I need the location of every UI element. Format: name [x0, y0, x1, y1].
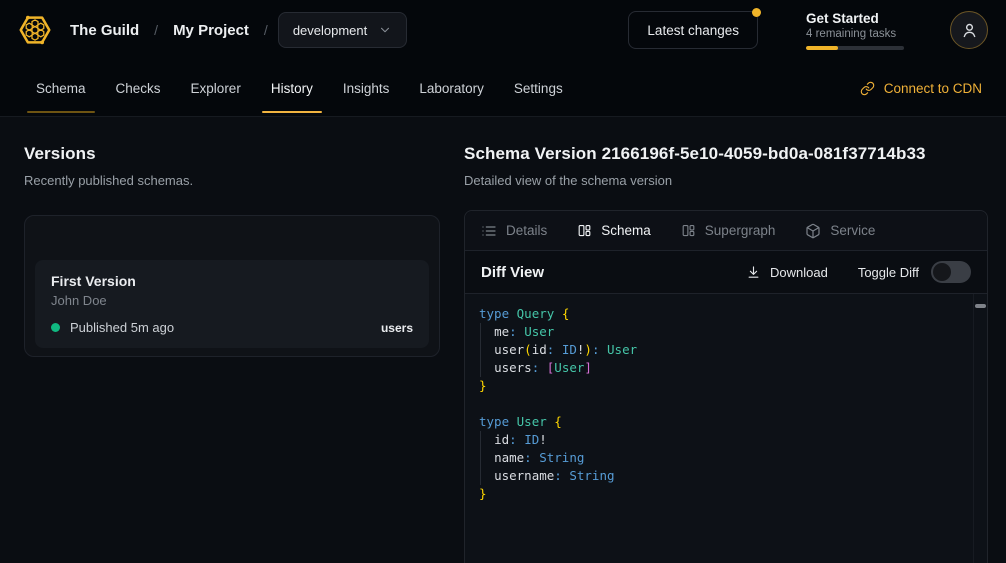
published-status-dot	[51, 323, 60, 332]
schema-version-subtitle: Detailed view of the schema version	[464, 173, 988, 188]
schema-code-viewer[interactable]: type Query { me: User user(id: ID!): Use…	[465, 293, 987, 563]
nav-tab-schema[interactable]: Schema	[24, 60, 98, 116]
diff-view-title: Diff View	[481, 264, 544, 281]
breadcrumb-project[interactable]: My Project	[173, 22, 249, 39]
breadcrumb-org[interactable]: The Guild	[70, 22, 139, 39]
user-avatar[interactable]	[950, 11, 988, 49]
person-icon	[960, 21, 979, 40]
version-status: Published 5m ago	[70, 320, 174, 335]
switch-knob	[933, 263, 951, 281]
chevron-down-icon	[378, 23, 392, 37]
nav-tab-insights[interactable]: Insights	[331, 60, 402, 116]
service-badge: users	[381, 321, 413, 335]
get-started-progress-bar	[806, 46, 904, 50]
indent-guide	[480, 323, 481, 377]
breadcrumb-separator: /	[154, 22, 158, 38]
code-line: type User {	[479, 413, 959, 431]
code-line: id: ID!	[479, 431, 959, 449]
detail-tab-supergraph[interactable]: Supergraph	[681, 223, 776, 238]
schema-detail-card: Details Schema Supergraph Service Diff View…	[464, 210, 988, 563]
version-author: John Doe	[51, 293, 413, 308]
environment-selector[interactable]: development	[278, 12, 407, 48]
get-started-subtitle: 4 remaining tasks	[806, 28, 904, 40]
nav-tab-explorer[interactable]: Explorer	[179, 60, 253, 116]
code-line: name: String	[479, 449, 959, 467]
code-line: users: [User]	[479, 359, 959, 377]
code-line: type Query {	[479, 305, 959, 323]
connect-to-cdn-button[interactable]: Connect to CDN	[860, 60, 982, 116]
hive-logo-icon[interactable]	[16, 11, 54, 49]
nav-tab-checks[interactable]: Checks	[104, 60, 173, 116]
environment-label: development	[293, 23, 367, 38]
detail-tab-details[interactable]: Details	[481, 223, 547, 239]
detail-tabs: Details Schema Supergraph Service	[465, 211, 987, 251]
code-line: me: User	[479, 323, 959, 341]
code-line	[479, 395, 959, 413]
nav-tab-settings[interactable]: Settings	[502, 60, 575, 116]
app-header: The Guild / My Project / development Lat…	[0, 0, 1006, 60]
latest-changes-label: Latest changes	[647, 23, 739, 38]
detail-tab-label: Service	[830, 223, 875, 238]
panels-icon	[681, 223, 696, 238]
notification-dot	[752, 8, 761, 17]
nav-tab-laboratory[interactable]: Laboratory	[407, 60, 496, 116]
detail-tab-service[interactable]: Service	[805, 223, 875, 239]
toggle-diff-label: Toggle Diff	[858, 265, 919, 280]
download-button[interactable]: Download	[746, 265, 828, 280]
detail-tab-label: Schema	[601, 223, 651, 238]
versions-subtitle: Recently published schemas.	[24, 173, 440, 188]
versions-title: Versions	[24, 144, 440, 164]
detail-tab-label: Supergraph	[705, 223, 776, 238]
scrollbar-thumb[interactable]	[975, 304, 986, 308]
detail-tab-label: Details	[506, 223, 547, 238]
get-started-widget[interactable]: Get Started 4 remaining tasks	[806, 11, 904, 50]
latest-changes-button[interactable]: Latest changes	[628, 11, 758, 49]
scrollbar-track	[973, 294, 974, 563]
schema-sdl-code: type Query { me: User user(id: ID!): Use…	[479, 305, 959, 503]
nav-tab-history[interactable]: History	[259, 60, 325, 116]
toggle-diff-switch[interactable]	[931, 261, 971, 283]
diff-toolbar: Diff View Download Toggle Diff	[465, 251, 987, 293]
version-title: First Version	[51, 273, 413, 289]
download-icon	[746, 265, 761, 280]
code-line: }	[479, 485, 959, 503]
get-started-title: Get Started	[806, 11, 904, 26]
connect-to-cdn-label: Connect to CDN	[884, 81, 982, 96]
list-icon	[481, 223, 497, 239]
code-line: }	[479, 377, 959, 395]
version-detail-panel: Schema Version 2166196f-5e10-4059-bd0a-0…	[464, 144, 988, 563]
code-line: user(id: ID!): User	[479, 341, 959, 359]
link-icon	[860, 81, 875, 96]
primary-nav: SchemaChecksExplorerHistoryInsightsLabor…	[0, 60, 1006, 117]
version-list-item[interactable]: First Version John Doe Published 5m ago …	[35, 260, 429, 348]
schema-version-title: Schema Version 2166196f-5e10-4059-bd0a-0…	[464, 144, 988, 164]
versions-list: First Version John Doe Published 5m ago …	[24, 215, 440, 357]
panels-icon	[577, 223, 592, 238]
indent-guide	[480, 431, 481, 485]
download-label: Download	[770, 265, 828, 280]
code-line: username: String	[479, 467, 959, 485]
versions-panel: Versions Recently published schemas. Fir…	[24, 144, 440, 563]
detail-tab-schema[interactable]: Schema	[577, 223, 651, 238]
breadcrumb-separator: /	[264, 22, 268, 38]
get-started-progress-fill	[806, 46, 838, 50]
box-icon	[805, 223, 821, 239]
